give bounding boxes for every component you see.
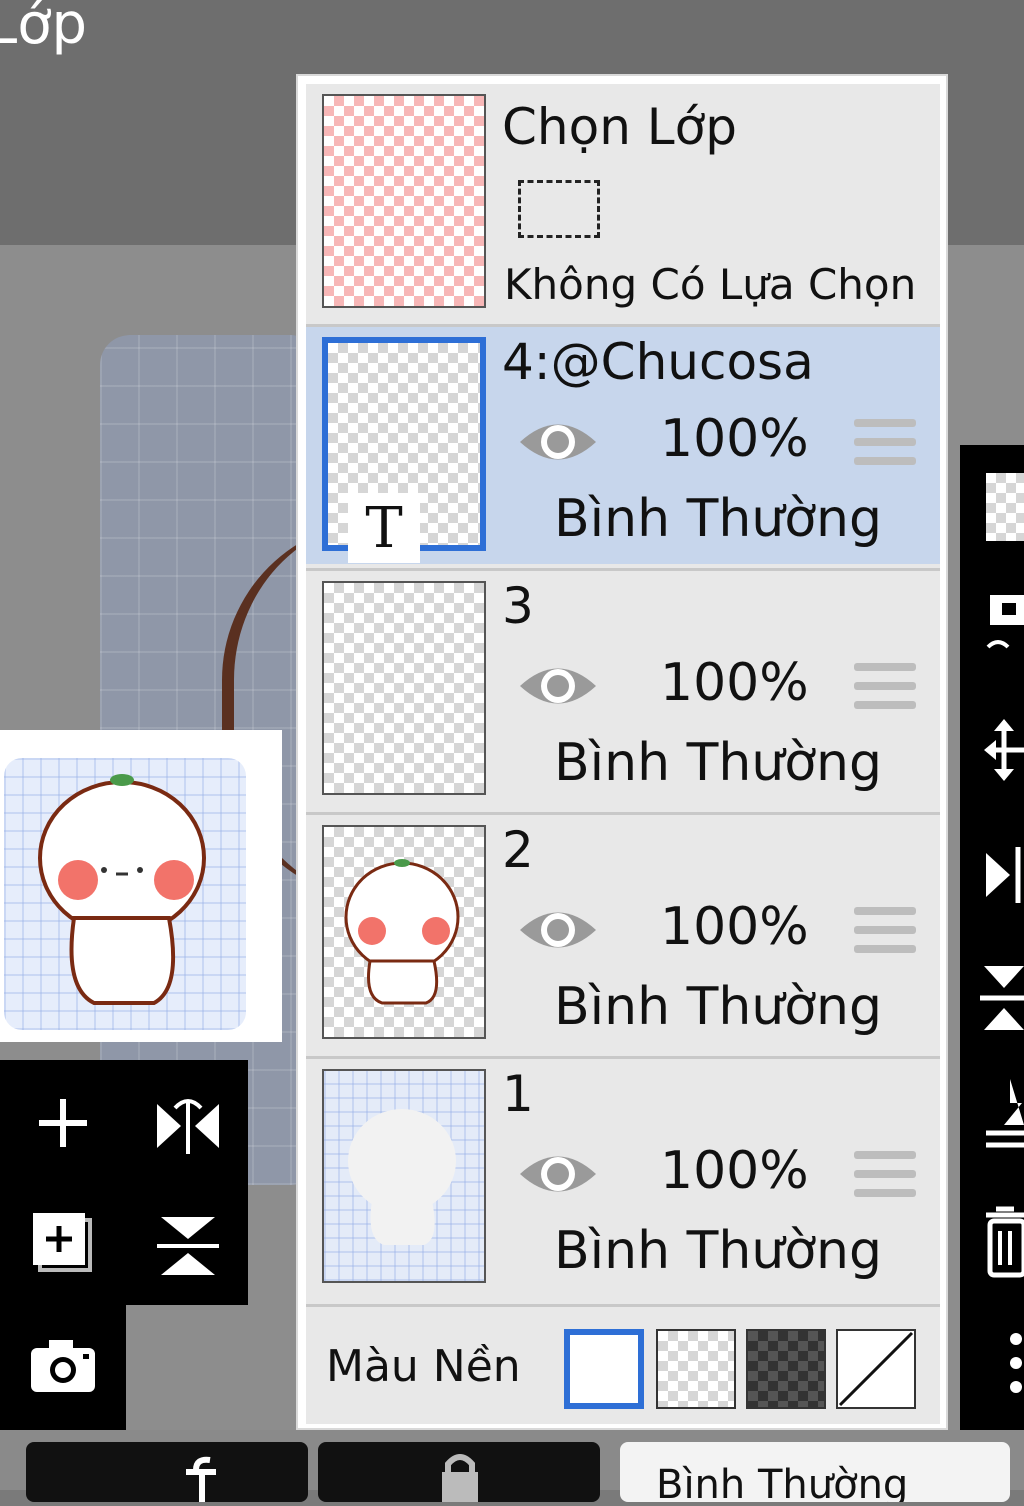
bottom-bar: Bình Thường xyxy=(0,1430,1024,1502)
lock-alpha-button[interactable] xyxy=(318,1442,600,1502)
layer-opacity[interactable]: 100% xyxy=(660,1141,809,1201)
layer-tools-panel-lower xyxy=(0,1305,126,1430)
move-arrows-icon xyxy=(984,719,1024,781)
selection-marquee-icon xyxy=(518,180,600,238)
selection-thumbnail xyxy=(322,94,486,308)
transparency-toggle-icon[interactable] xyxy=(986,473,1024,541)
more-options-button[interactable] xyxy=(980,1325,1024,1409)
layer-thumbnail xyxy=(322,825,486,1039)
drag-handle-icon[interactable] xyxy=(854,907,916,964)
bg-white-swatch[interactable] xyxy=(564,1329,644,1409)
duplicate-layer-icon xyxy=(33,1213,92,1272)
layer-thumbnail: T xyxy=(322,337,486,563)
layer-row[interactable]: T 4:@Chucosa 100% Bình Thường xyxy=(306,324,940,564)
background-color-label: Màu Nền xyxy=(326,1341,521,1392)
compress-icon xyxy=(980,966,1024,1030)
layer-blend-mode: Bình Thường xyxy=(554,1221,883,1281)
flip-vertical-button[interactable] xyxy=(150,1208,226,1284)
selection-status: Không Có Lựa Chọn xyxy=(504,260,917,309)
layer-opacity[interactable]: 100% xyxy=(660,897,809,957)
layer-panel: Chọn Lớp Không Có Lựa Chọn T 4:@Chucosa … xyxy=(296,74,948,1430)
merge-layer-button[interactable] xyxy=(980,1075,1024,1159)
layer-row[interactable]: 2 100% Bình Thường xyxy=(306,812,940,1052)
layer-blend-mode: Bình Thường xyxy=(554,733,883,793)
canvas-preview[interactable] xyxy=(0,730,282,1042)
add-copy-layer-button[interactable] xyxy=(28,1208,98,1278)
screen-title: Lớp xyxy=(0,0,88,57)
clipping-button[interactable] xyxy=(26,1442,308,1502)
preview-artwork xyxy=(4,758,246,1030)
character-thumbnail xyxy=(344,859,460,1005)
flip-horizontal-button[interactable] xyxy=(150,1088,226,1164)
layer-tools-panel xyxy=(0,1060,248,1305)
more-vertical-icon xyxy=(1010,1333,1022,1393)
clipping-icon xyxy=(186,1456,216,1502)
layer-name: 4:@Chucosa xyxy=(502,333,814,391)
merge-down-button[interactable] xyxy=(980,960,1024,1040)
visibility-eye-icon[interactable] xyxy=(516,903,600,957)
bg-dark-checker-swatch[interactable] xyxy=(746,1329,826,1409)
drag-handle-icon[interactable] xyxy=(854,1151,916,1208)
add-layer-button[interactable] xyxy=(28,1088,98,1158)
layer-blend-mode: Bình Thường xyxy=(554,489,883,549)
layer-blend-mode: Bình Thường xyxy=(554,977,883,1037)
diagonal-line-icon xyxy=(838,1331,914,1407)
layer-opacity[interactable]: 100% xyxy=(660,409,809,469)
import-photo-button[interactable] xyxy=(28,1331,98,1401)
layer-opacity[interactable]: 100% xyxy=(660,653,809,713)
selection-layer-row[interactable]: Chọn Lớp Không Có Lựa Chọn xyxy=(306,84,940,328)
background-color-row: Màu Nền xyxy=(306,1304,940,1424)
flip-layer-button[interactable] xyxy=(980,837,1024,917)
flip-horizontal-icon xyxy=(157,1099,219,1154)
flip-vertical-icon xyxy=(157,1217,219,1275)
character-illustration xyxy=(38,774,206,1005)
layer-list: Chọn Lớp Không Có Lựa Chọn T 4:@Chucosa … xyxy=(306,84,940,1424)
visibility-eye-icon[interactable] xyxy=(516,659,600,713)
transform-button[interactable] xyxy=(980,715,1024,789)
trash-icon xyxy=(986,1206,1024,1278)
camera-icon xyxy=(31,1340,95,1392)
selection-title: Chọn Lớp xyxy=(502,98,737,156)
visibility-eye-icon[interactable] xyxy=(516,415,600,469)
flip-icon xyxy=(986,847,1021,903)
blend-mode-dropdown[interactable]: Bình Thường xyxy=(620,1442,1010,1502)
bg-transparent-swatch[interactable] xyxy=(656,1329,736,1409)
visibility-eye-icon[interactable] xyxy=(516,1147,600,1201)
lock-icon xyxy=(442,1454,478,1502)
move-layer-button[interactable] xyxy=(980,589,1024,673)
layer-thumbnail xyxy=(322,1069,486,1283)
layer-row[interactable]: 1 100% Bình Thường xyxy=(306,1056,940,1296)
layer-row[interactable]: 3 100% Bình Thường xyxy=(306,568,940,808)
drag-handle-icon[interactable] xyxy=(854,663,916,720)
background-thumbnail xyxy=(348,1109,456,1245)
bg-none-swatch[interactable] xyxy=(836,1329,916,1409)
merge-down-icon xyxy=(986,1079,1024,1148)
text-layer-badge: T xyxy=(348,493,420,563)
layer-name: 3 xyxy=(502,577,534,635)
drag-handle-icon[interactable] xyxy=(854,419,916,476)
layer-name: 1 xyxy=(502,1065,534,1123)
right-toolbar xyxy=(960,445,1024,1430)
layer-name: 2 xyxy=(502,821,534,879)
delete-layer-button[interactable] xyxy=(980,1205,1024,1289)
layer-move-icon xyxy=(986,595,1024,649)
plus-icon xyxy=(39,1099,87,1147)
layer-thumbnail xyxy=(322,581,486,795)
